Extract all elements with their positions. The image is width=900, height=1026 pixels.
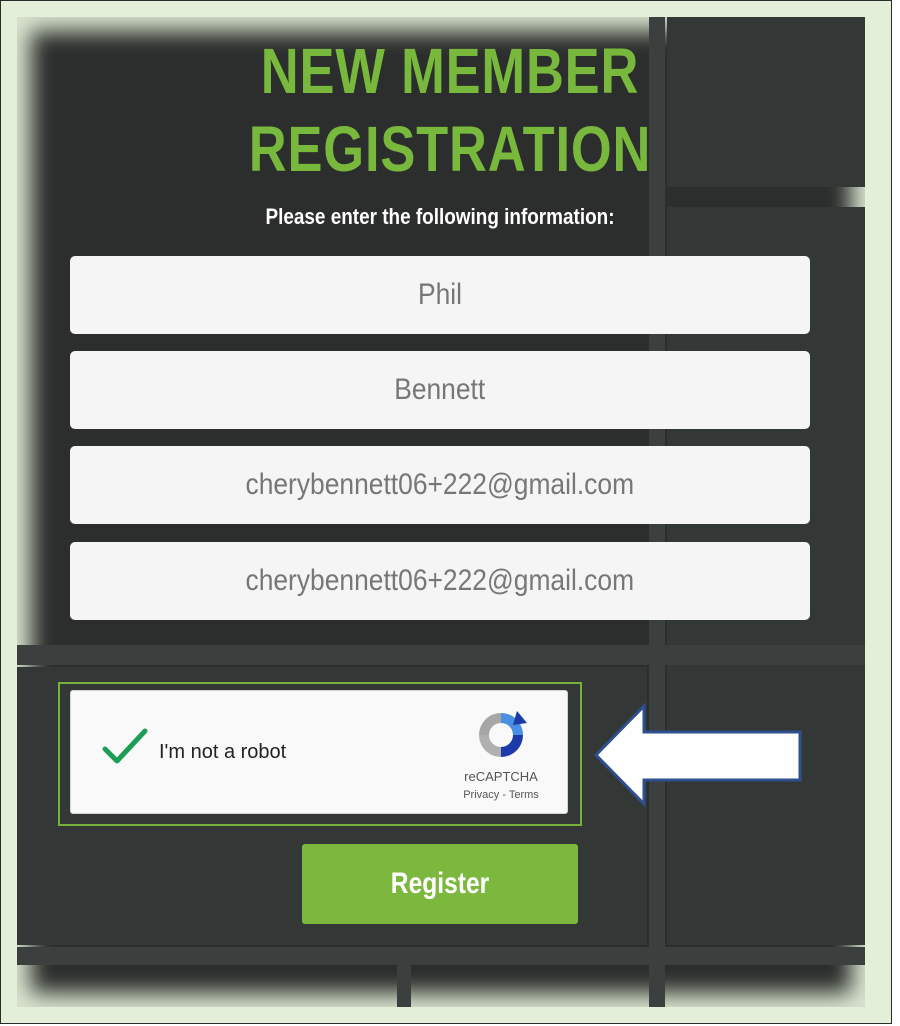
first-name-field[interactable]: Phil [70, 256, 810, 334]
background-gridline [397, 965, 411, 1007]
captcha-label: I'm not a robot [159, 741, 287, 763]
page-title-line1: NEW MEMBER [260, 35, 640, 107]
checkmark-icon[interactable] [101, 727, 149, 767]
email-field[interactable]: cherybennett06+222@gmail.com [70, 446, 810, 524]
recaptcha-widget[interactable]: I'm not a robot reCAPTCHA Privacy - Term… [70, 690, 568, 814]
last-name-field[interactable]: Bennett [70, 351, 810, 429]
form-instructions: Please enter the following information: [265, 204, 615, 229]
left-arrow-icon [593, 702, 802, 808]
page-title-line2: REGISTRATION [248, 113, 652, 185]
register-button[interactable]: Register [302, 844, 578, 924]
background-gridline [17, 947, 865, 965]
background-gridline [17, 645, 865, 665]
confirm-email-field[interactable]: cherybennett06+222@gmail.com [70, 542, 810, 620]
recaptcha-privacy-terms-links[interactable]: Privacy - Terms [441, 789, 561, 801]
recaptcha-brand: reCAPTCHA [464, 769, 538, 784]
recaptcha-logo-icon [479, 711, 527, 757]
